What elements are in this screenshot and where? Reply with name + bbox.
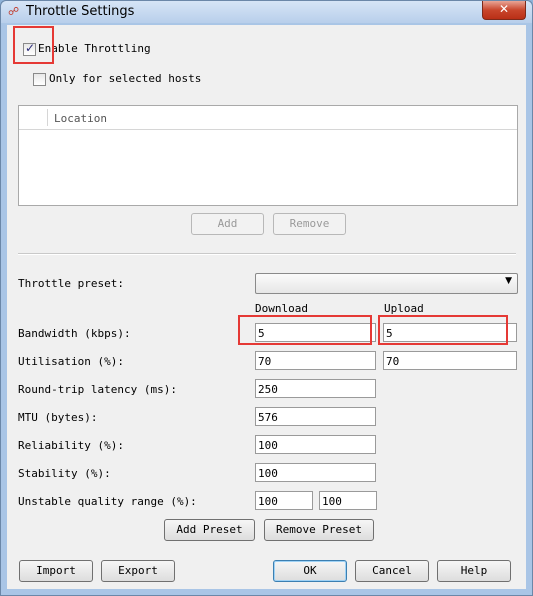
highlight-bandwidth-upload — [378, 315, 508, 345]
dialog-body: Enable Throttling Only for selected host… — [7, 25, 526, 589]
location-column-header[interactable]: Location — [54, 112, 107, 125]
throttle-preset-label: Throttle preset: — [18, 277, 124, 290]
cancel-button[interactable]: Cancel — [355, 560, 429, 582]
upload-column-label: Upload — [384, 302, 424, 315]
close-button[interactable]: ✕ — [482, 1, 526, 20]
add-host-button[interactable]: Add — [191, 213, 264, 235]
reliability-input[interactable]: 100 — [255, 435, 376, 454]
stability-input[interactable]: 100 — [255, 463, 376, 482]
remove-preset-button[interactable]: Remove Preset — [264, 519, 374, 541]
title-bar[interactable]: ☍ Throttle Settings ✕ — [1, 1, 532, 23]
utilisation-label: Utilisation (%): — [18, 355, 124, 368]
table-header: Location — [19, 106, 517, 130]
ok-button[interactable]: OK — [273, 560, 347, 582]
latency-input[interactable]: 250 — [255, 379, 376, 398]
reliability-label: Reliability (%): — [18, 439, 124, 452]
unstable-range-min-input[interactable]: 100 — [255, 491, 313, 510]
app-icon: ☍ — [8, 5, 20, 18]
highlight-bandwidth-download — [238, 315, 372, 345]
unstable-range-label: Unstable quality range (%): — [18, 495, 197, 508]
add-preset-button[interactable]: Add Preset — [164, 519, 255, 541]
highlight-enable-throttling — [13, 26, 54, 64]
bandwidth-label: Bandwidth (kbps): — [18, 327, 131, 340]
close-icon: ✕ — [498, 2, 510, 16]
only-selected-hosts-label[interactable]: Only for selected hosts — [49, 72, 201, 85]
hosts-table[interactable]: Location — [18, 105, 518, 206]
export-button[interactable]: Export — [101, 560, 175, 582]
throttle-preset-select[interactable]: ▼ — [255, 273, 518, 294]
mtu-label: MTU (bytes): — [18, 411, 98, 424]
import-button[interactable]: Import — [19, 560, 93, 582]
section-divider — [18, 253, 516, 255]
utilisation-upload-input[interactable]: 70 — [383, 351, 517, 370]
stability-label: Stability (%): — [18, 467, 111, 480]
unstable-range-max-input[interactable]: 100 — [319, 491, 377, 510]
latency-label: Round-trip latency (ms): — [18, 383, 177, 396]
throttle-settings-window: ☍ Throttle Settings ✕ Enable Throttling … — [0, 0, 533, 596]
dropdown-arrow-icon: ▼ — [505, 276, 512, 286]
mtu-input[interactable]: 576 — [255, 407, 376, 426]
only-selected-hosts-checkbox[interactable] — [33, 73, 46, 86]
help-button[interactable]: Help — [437, 560, 511, 582]
enable-throttling-label[interactable]: Enable Throttling — [38, 42, 151, 55]
column-separator — [47, 109, 48, 126]
download-column-label: Download — [255, 302, 308, 315]
utilisation-download-input[interactable]: 70 — [255, 351, 376, 370]
remove-host-button[interactable]: Remove — [273, 213, 346, 235]
window-title: Throttle Settings — [26, 4, 135, 19]
